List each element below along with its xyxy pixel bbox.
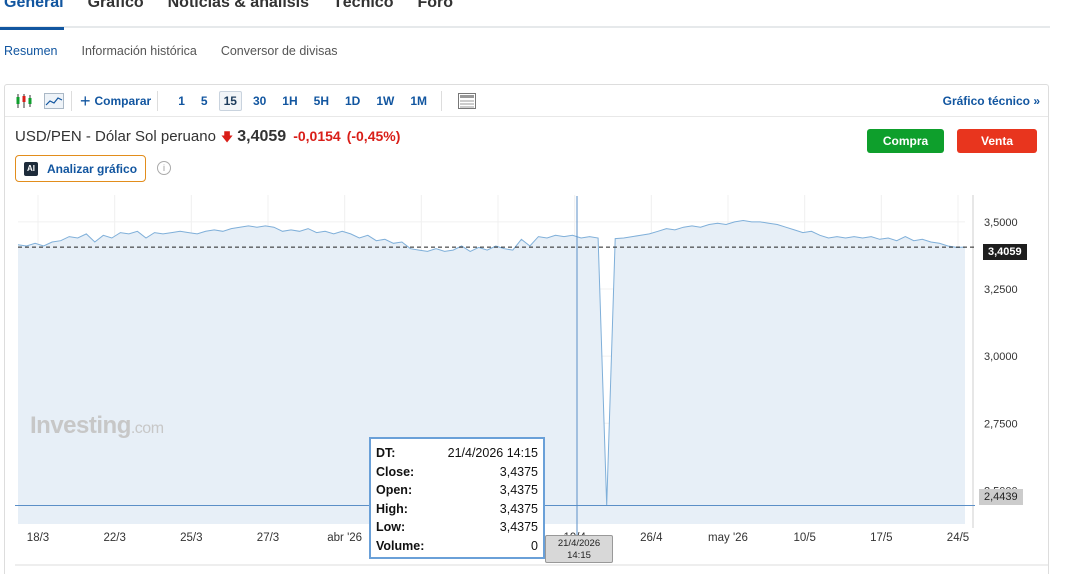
x-tick-label: 25/3 bbox=[180, 532, 202, 544]
tooltip-row-close: Close: 3,4375 bbox=[376, 463, 538, 482]
tooltip-row-high: High: 3,4375 bbox=[376, 500, 538, 519]
tooltip-value: 3,4375 bbox=[499, 483, 538, 497]
tooltip-value: 3,4375 bbox=[499, 464, 538, 479]
tooltip-key: Close: bbox=[376, 464, 415, 479]
tooltip-key: Low: bbox=[376, 520, 406, 534]
tooltip-row-volume: Volume: 0 bbox=[376, 537, 538, 556]
tooltip-value: 21/4/2026 14:15 bbox=[447, 446, 538, 460]
y-tick-label: 3,5000 bbox=[984, 217, 1018, 229]
data-tooltip: DT: 21/4/2026 14:15 Close: 3,4375 Open: 3,4… bbox=[369, 437, 545, 559]
x-tick-label: 22/3 bbox=[103, 532, 125, 544]
x-tick-label: 26/4 bbox=[640, 532, 663, 544]
tooltip-key: DT: bbox=[376, 446, 396, 460]
tooltip-value: 3,4375 bbox=[499, 520, 538, 534]
x-tick-label: 18/3 bbox=[27, 532, 49, 544]
y-tick-label: 2,7500 bbox=[984, 418, 1018, 430]
tooltip-value: 0 bbox=[531, 538, 538, 553]
x-tick-label: 24/5 bbox=[947, 532, 969, 544]
crosshair-time: 14:15 bbox=[567, 550, 591, 561]
y-tick-label: 3,2500 bbox=[984, 284, 1018, 296]
watermark-suffix: .com bbox=[130, 420, 164, 437]
tooltip-key: Volume: bbox=[376, 538, 425, 553]
x-tick-label: 17/5 bbox=[870, 532, 892, 544]
y-tick-label: 3,0000 bbox=[984, 351, 1018, 363]
x-tick-label: may '26 bbox=[708, 532, 748, 544]
tooltip-key: Open: bbox=[376, 483, 413, 497]
crosshair-y-label: 2,4439 bbox=[979, 489, 1023, 505]
x-tick-label: abr '26 bbox=[327, 532, 362, 544]
page: General Gráfico Noticias & análisis Técn… bbox=[0, 0, 1072, 574]
crosshair-x-label: 21/4/2026 14:15 bbox=[545, 535, 613, 563]
current-price-label: 3,4059 bbox=[983, 244, 1027, 260]
x-tick-label: 10/5 bbox=[793, 532, 815, 544]
watermark-main: Investing bbox=[30, 412, 131, 439]
investing-watermark: Investing.com bbox=[30, 412, 164, 440]
tooltip-key: High: bbox=[376, 501, 408, 516]
tooltip-row-low: Low: 3,4375 bbox=[376, 518, 538, 537]
x-tick-label: 27/3 bbox=[257, 532, 279, 544]
crosshair-date: 21/4/2026 bbox=[557, 538, 601, 549]
tooltip-row-open: Open: 3,4375 bbox=[376, 481, 538, 500]
tooltip-value: 3,4375 bbox=[499, 501, 538, 516]
tooltip-row-dt: DT: 21/4/2026 14:15 bbox=[376, 444, 538, 463]
